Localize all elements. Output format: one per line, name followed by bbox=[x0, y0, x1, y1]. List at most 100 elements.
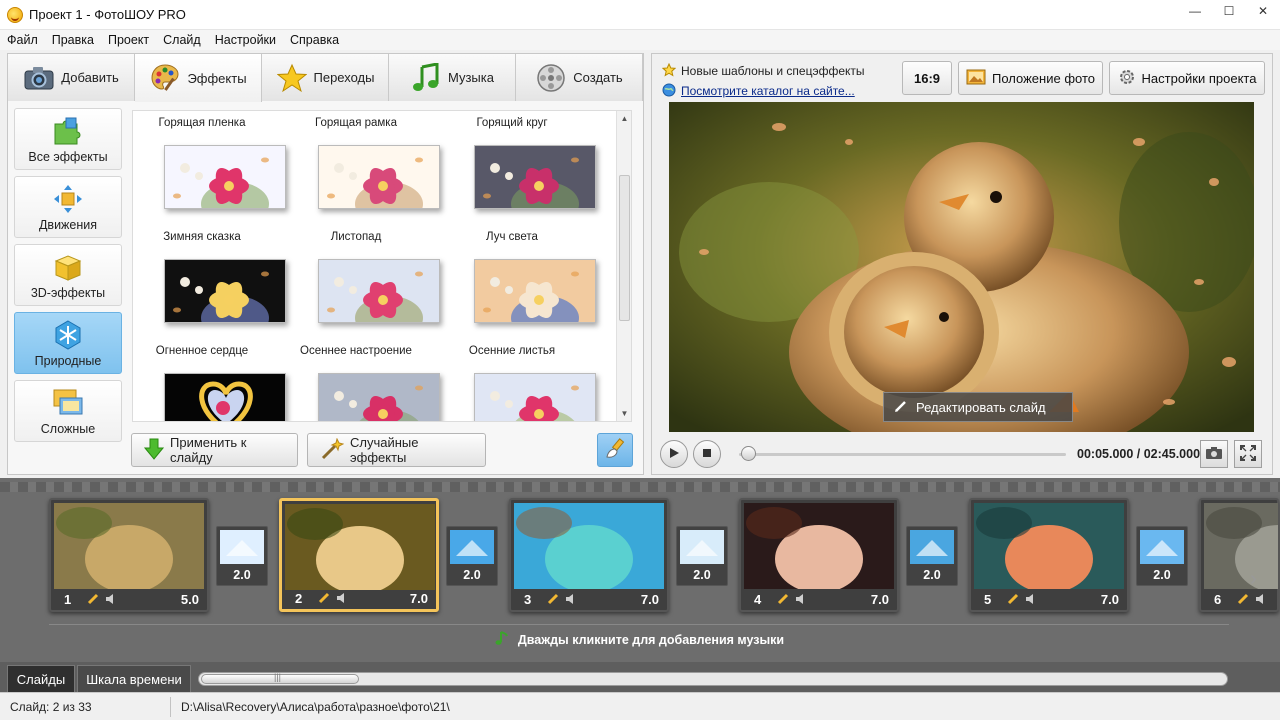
slide-number: 2 bbox=[295, 590, 303, 606]
scroll-down-arrow-icon[interactable]: ▼ bbox=[620, 409, 629, 418]
category-complex[interactable]: Сложные bbox=[14, 380, 122, 442]
pencil-icon[interactable] bbox=[1006, 592, 1020, 606]
layered-frames-icon bbox=[51, 388, 85, 418]
tab-timeline[interactable]: Шкала времени bbox=[77, 665, 191, 692]
timeline-scroll-thumb[interactable]: ||| bbox=[201, 672, 359, 684]
random-effects-button[interactable]: Случайные эффекты bbox=[307, 433, 486, 467]
tab-effects[interactable]: Эффекты bbox=[135, 54, 262, 102]
photo-position-label: Положение фото bbox=[992, 70, 1095, 86]
slide-thumbnail[interactable]: 1 5.0 bbox=[49, 498, 209, 612]
tab-create[interactable]: Создать bbox=[516, 54, 643, 101]
slide-thumbnail[interactable]: 4 7.0 bbox=[739, 498, 899, 612]
slide-thumbnail[interactable]: 3 7.0 bbox=[509, 498, 669, 612]
menu-file[interactable]: Файл bbox=[0, 33, 45, 47]
speaker-icon[interactable] bbox=[1254, 592, 1268, 606]
speaker-icon[interactable] bbox=[104, 592, 118, 606]
category-label: Все эффекты bbox=[28, 150, 108, 164]
stop-button[interactable] bbox=[693, 440, 721, 468]
pencil-icon[interactable] bbox=[317, 591, 331, 605]
menu-slide[interactable]: Слайд bbox=[156, 33, 208, 47]
category-label: Движения bbox=[38, 218, 98, 232]
pencil-icon[interactable] bbox=[546, 592, 560, 606]
play-button[interactable] bbox=[660, 440, 688, 468]
photo-position-button[interactable]: Положение фото bbox=[958, 61, 1103, 95]
pencil-icon[interactable] bbox=[86, 592, 100, 606]
tab-music[interactable]: Музыка bbox=[389, 54, 516, 101]
menu-edit[interactable]: Правка bbox=[45, 33, 101, 47]
slides-row: 1 5.0 2 7.0 3 7.0 4 7.0 5 7.0 6 2.0 2.0 2.0 2.0 2.0 bbox=[0, 498, 1280, 616]
tab-slides[interactable]: Слайды bbox=[7, 665, 75, 692]
timeline-scrollbar[interactable]: ||| bbox=[198, 672, 1228, 686]
transition-image bbox=[1140, 530, 1184, 564]
effect-label: Горящая пленка bbox=[158, 117, 246, 129]
speaker-icon[interactable] bbox=[794, 592, 808, 606]
effect-thumbnail[interactable] bbox=[474, 373, 596, 421]
playback-knob[interactable] bbox=[741, 446, 757, 461]
category-nature[interactable]: Природные bbox=[14, 312, 122, 374]
status-bar: Слайд: 2 из 33 D:\Alisa\Recovery\Алиса\р… bbox=[0, 692, 1280, 720]
effect-thumbnail[interactable] bbox=[164, 373, 286, 421]
menu-settings[interactable]: Настройки bbox=[208, 33, 283, 47]
fullscreen-button[interactable] bbox=[1234, 440, 1262, 468]
slide-info-bar: 2 7.0 bbox=[282, 587, 436, 609]
speaker-icon[interactable] bbox=[1024, 592, 1038, 606]
transition-thumbnail[interactable]: 2.0 bbox=[216, 526, 268, 586]
slide-image bbox=[514, 503, 664, 589]
scroll-up-arrow-icon[interactable]: ▲ bbox=[620, 114, 629, 123]
edit-slide-button[interactable]: Редактировать слайд bbox=[883, 392, 1073, 422]
music-note-icon bbox=[494, 630, 510, 649]
speaker-icon[interactable] bbox=[335, 591, 349, 605]
transition-thumbnail[interactable]: 2.0 bbox=[906, 526, 958, 586]
slide-thumbnail[interactable]: 5 7.0 bbox=[969, 498, 1129, 612]
slide-thumbnail[interactable]: 2 7.0 bbox=[279, 498, 439, 612]
transition-thumbnail[interactable]: 2.0 bbox=[1136, 526, 1188, 586]
effect-thumbnail[interactable] bbox=[164, 259, 286, 323]
brush-button[interactable] bbox=[597, 433, 633, 467]
effect-thumbnail[interactable] bbox=[318, 145, 440, 209]
camera-icon bbox=[1205, 446, 1223, 463]
category-all-effects[interactable]: Все эффекты bbox=[14, 108, 122, 170]
apply-to-slide-button[interactable]: Применить к слайду bbox=[131, 433, 298, 467]
menu-help[interactable]: Справка bbox=[283, 33, 346, 47]
transition-image bbox=[680, 530, 724, 564]
effect-thumbnail[interactable] bbox=[318, 259, 440, 323]
fullscreen-icon bbox=[1240, 444, 1256, 464]
menu-project[interactable]: Проект bbox=[101, 33, 156, 47]
effect-thumbnail[interactable] bbox=[474, 145, 596, 209]
close-button[interactable]: ✕ bbox=[1246, 0, 1280, 22]
aspect-ratio-button[interactable]: 16:9 bbox=[902, 61, 952, 95]
cube-icon bbox=[51, 252, 85, 282]
catalog-link[interactable]: Посмотрите каталог на сайте... bbox=[681, 84, 855, 98]
slide-preview[interactable]: Редактировать слайд bbox=[669, 102, 1254, 432]
scroll-right-arrow-icon[interactable]: › bbox=[1250, 568, 1257, 591]
music-track[interactable]: Дважды кликните для добавления музыки bbox=[49, 624, 1229, 654]
puzzle-icon bbox=[51, 116, 85, 146]
minimize-button[interactable]: — bbox=[1178, 0, 1212, 22]
tab-add[interactable]: Добавить bbox=[8, 54, 135, 101]
snapshot-button[interactable] bbox=[1200, 440, 1228, 468]
player-controls: 00:05.000 / 02:45.000 bbox=[652, 436, 1272, 474]
maximize-button[interactable]: ☐ bbox=[1212, 0, 1246, 22]
category-3d-effects[interactable]: 3D-эффекты bbox=[14, 244, 122, 306]
tab-transitions[interactable]: Переходы bbox=[262, 54, 389, 101]
slide-thumbnail[interactable]: 6 bbox=[1199, 498, 1279, 612]
playback-track[interactable] bbox=[739, 453, 1066, 456]
view-tabs-bar: Слайды Шкала времени ||| bbox=[0, 662, 1280, 692]
aspect-ratio-label: 16:9 bbox=[913, 70, 941, 86]
effect-label: Листопад bbox=[330, 231, 382, 243]
pencil-icon[interactable] bbox=[776, 592, 790, 606]
effect-thumbnail[interactable] bbox=[474, 259, 596, 323]
effects-scrollbar[interactable]: ▲ ▼ bbox=[616, 111, 631, 421]
project-settings-button[interactable]: Настройки проекта bbox=[1109, 61, 1265, 95]
speaker-icon[interactable] bbox=[564, 592, 578, 606]
category-movements[interactable]: Движения bbox=[14, 176, 122, 238]
pencil-icon[interactable] bbox=[1236, 592, 1250, 606]
transition-thumbnail[interactable]: 2.0 bbox=[446, 526, 498, 586]
transition-thumbnail[interactable]: 2.0 bbox=[676, 526, 728, 586]
slide-number: 5 bbox=[984, 591, 992, 607]
effect-thumbnail[interactable] bbox=[318, 373, 440, 421]
effect-label: Горящая рамка bbox=[314, 117, 397, 129]
edit-slide-label: Редактировать слайд bbox=[916, 399, 1046, 415]
effect-thumbnail[interactable] bbox=[164, 145, 286, 209]
scrollbar-thumb[interactable] bbox=[619, 175, 630, 321]
